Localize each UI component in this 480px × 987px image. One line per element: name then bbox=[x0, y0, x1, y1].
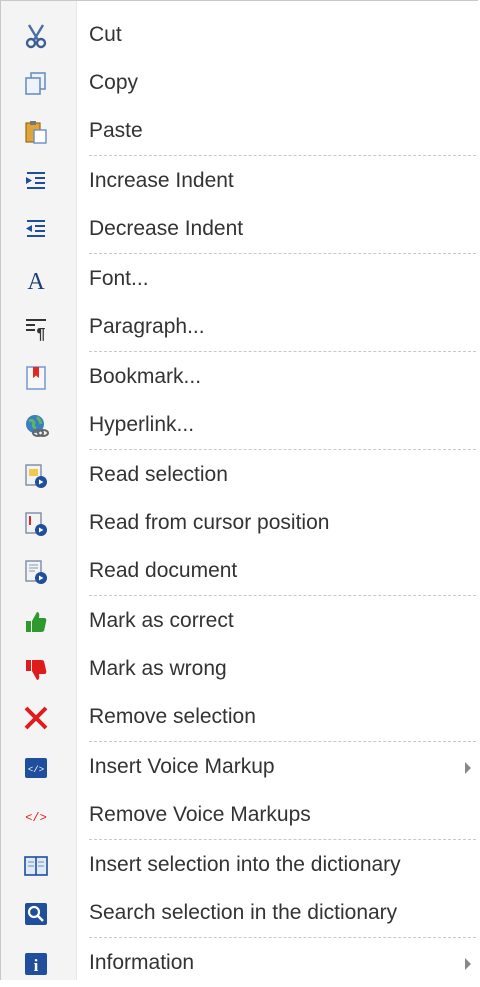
menu-item-label: Font... bbox=[89, 267, 149, 290]
menu-item-label: Paragraph... bbox=[89, 315, 205, 338]
red-x-icon bbox=[23, 705, 49, 731]
submenu-arrow-icon bbox=[465, 958, 471, 970]
menu-separator bbox=[89, 937, 476, 938]
menu-item-insert-voice-markup[interactable]: </> Insert Voice Markup bbox=[1, 743, 479, 791]
menu-separator bbox=[89, 595, 476, 596]
thumbs-down-icon bbox=[23, 657, 49, 683]
paragraph-icon: ¶ bbox=[23, 315, 49, 341]
submenu-arrow-icon bbox=[465, 762, 471, 774]
svg-text:¶: ¶ bbox=[37, 326, 46, 341]
menu-item-bookmark[interactable]: Bookmark... bbox=[1, 353, 479, 401]
menu-item-paste[interactable]: Paste bbox=[1, 107, 479, 155]
menu-item-label: Read selection bbox=[89, 463, 228, 486]
menu-item-cut[interactable]: Cut bbox=[1, 11, 479, 59]
menu-item-read-document[interactable]: Read document bbox=[1, 547, 479, 595]
menu-separator bbox=[89, 351, 476, 352]
font-icon: A bbox=[23, 267, 49, 293]
menu-item-label: Copy bbox=[89, 71, 139, 94]
menu-item-mark-as-correct[interactable]: Mark as correct bbox=[1, 597, 479, 645]
context-menu: Cut Copy Paste Increase Indent Decrease Inde… bbox=[0, 0, 478, 980]
menu-item-label: Hyperlink... bbox=[89, 413, 195, 436]
menu-item-label: Remove Voice Markups bbox=[89, 803, 311, 826]
info-icon: i bbox=[23, 951, 49, 977]
menu-separator bbox=[89, 839, 476, 840]
scissors-icon bbox=[23, 23, 49, 49]
menu-item-label: Mark as wrong bbox=[89, 657, 227, 680]
read-from-cursor-icon bbox=[23, 511, 49, 537]
menu-separator bbox=[89, 449, 476, 450]
menu-separator bbox=[89, 253, 476, 254]
menu-item-read-selection[interactable]: Read selection bbox=[1, 451, 479, 499]
svg-text:</>: </> bbox=[25, 811, 47, 825]
menu-item-increase-indent[interactable]: Increase Indent bbox=[1, 157, 479, 205]
hyperlink-icon bbox=[23, 413, 49, 439]
menu-item-label: Insert Voice Markup bbox=[89, 755, 275, 778]
menu-item-font[interactable]: A Font... bbox=[1, 255, 479, 303]
menu-item-insert-selection-into-the-dictionary[interactable]: Insert selection into the dictionary bbox=[1, 841, 479, 889]
menu-item-label: Remove selection bbox=[89, 705, 256, 728]
menu-item-label: Decrease Indent bbox=[89, 217, 244, 240]
menu-item-label: Bookmark... bbox=[89, 365, 202, 388]
svg-text:</>: </> bbox=[28, 765, 44, 775]
menu-item-label: Read from cursor position bbox=[89, 511, 330, 534]
read-selection-icon bbox=[23, 463, 49, 489]
copy-icon bbox=[23, 71, 49, 97]
menu-item-label: Search selection in the dictionary bbox=[89, 901, 398, 924]
menu-item-label: Read document bbox=[89, 559, 238, 582]
svg-text:A: A bbox=[27, 269, 45, 293]
menu-item-label: Cut bbox=[89, 23, 122, 46]
menu-item-paragraph[interactable]: ¶ Paragraph... bbox=[1, 303, 479, 351]
menu-item-remove-voice-markups[interactable]: </> Remove Voice Markups bbox=[1, 791, 479, 839]
menu-item-label: Insert selection into the dictionary bbox=[89, 853, 401, 876]
decrease-indent-icon bbox=[23, 217, 49, 243]
bookmark-icon bbox=[23, 365, 49, 391]
menu-separator bbox=[89, 155, 476, 156]
menu-item-copy[interactable]: Copy bbox=[1, 59, 479, 107]
menu-item-label: Mark as correct bbox=[89, 609, 234, 632]
menu-item-search-selection-in-the-dictionary[interactable]: Search selection in the dictionary bbox=[1, 889, 479, 937]
menu-item-remove-selection[interactable]: Remove selection bbox=[1, 693, 479, 741]
voice-markup-icon: </> bbox=[23, 755, 49, 781]
svg-text:i: i bbox=[34, 956, 39, 975]
thumbs-up-icon bbox=[23, 609, 49, 635]
menu-item-hyperlink[interactable]: Hyperlink... bbox=[1, 401, 479, 449]
menu-item-label: Paste bbox=[89, 119, 143, 142]
menu-item-label: Increase Indent bbox=[89, 169, 234, 192]
menu-item-read-from-cursor-position[interactable]: Read from cursor position bbox=[1, 499, 479, 547]
search-dictionary-icon bbox=[23, 901, 49, 927]
read-document-icon bbox=[23, 559, 49, 585]
increase-indent-icon bbox=[23, 169, 49, 195]
remove-markup-icon: </> bbox=[23, 803, 49, 829]
menu-item-decrease-indent[interactable]: Decrease Indent bbox=[1, 205, 479, 253]
menu-separator bbox=[89, 741, 476, 742]
dictionary-book-icon bbox=[23, 853, 49, 879]
paste-icon bbox=[23, 119, 49, 145]
menu-item-mark-as-wrong[interactable]: Mark as wrong bbox=[1, 645, 479, 693]
